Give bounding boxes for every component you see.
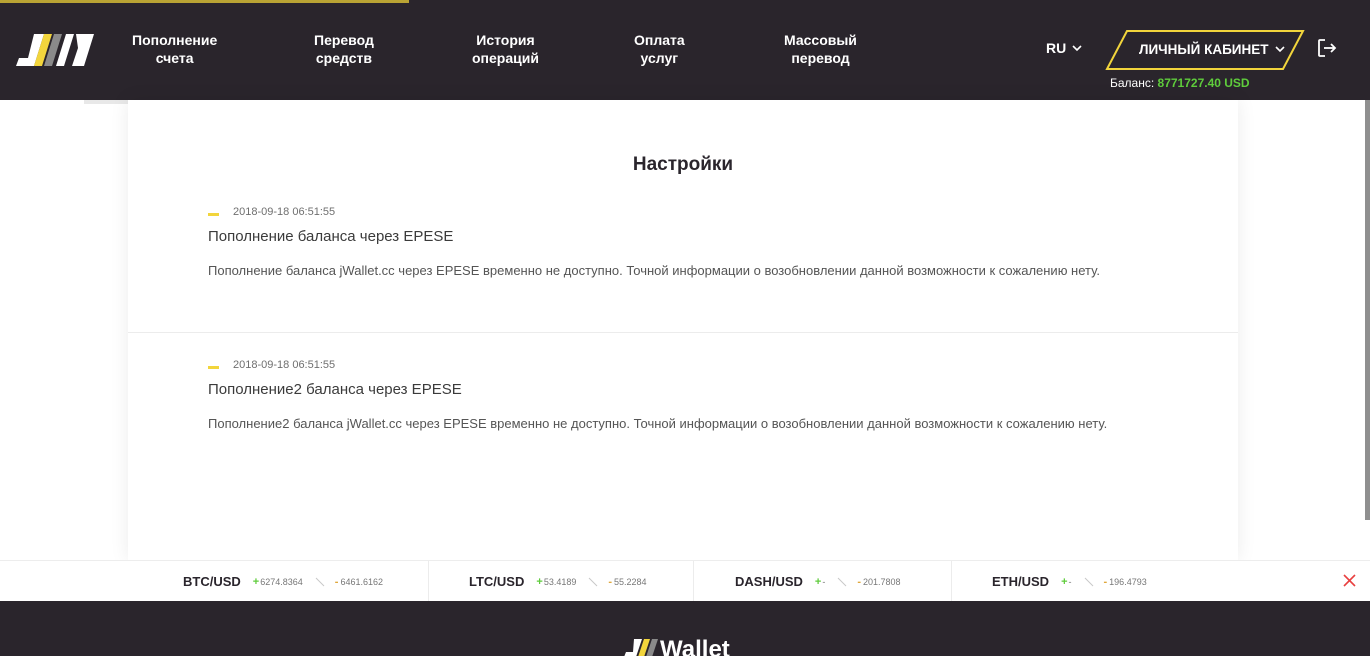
ticker-buy: +6274.8364 xyxy=(252,575,303,588)
jwallet-footer-logo[interactable]: Wallet xyxy=(624,635,764,656)
ticker-sell: -6461.6162 xyxy=(334,575,383,588)
language-label: RU xyxy=(1046,40,1067,56)
ticker-sell: -55.2284 xyxy=(608,575,647,588)
balance-display: Баланс: 8771727.40 USD xyxy=(1110,76,1250,90)
ticker-pair: ETH/USD xyxy=(992,574,1050,589)
jw-logo[interactable] xyxy=(14,28,96,72)
language-selector[interactable]: RU xyxy=(1046,40,1082,56)
ticker-item-btc: BTC/USD +6274.8364 -6461.6162 xyxy=(183,561,383,602)
ticker-pair: DASH/USD xyxy=(735,574,803,589)
page-title: Настройки xyxy=(632,154,734,175)
ticker-buy: +- xyxy=(814,575,826,588)
ticker-item-dash: DASH/USD +- -201.7808 xyxy=(735,561,901,602)
header-progress-line xyxy=(0,0,409,3)
cabinet-label: ЛИЧНЫЙ КАБИНЕТ xyxy=(1139,42,1269,57)
ticker-separator xyxy=(693,561,694,602)
balance-amount: 8771727.40 USD xyxy=(1157,76,1250,90)
ticker-sell: -201.7808 xyxy=(857,575,901,588)
news-marker xyxy=(208,366,219,369)
news-divider xyxy=(128,332,1238,333)
logout-icon[interactable] xyxy=(1316,37,1338,59)
trend-icon xyxy=(837,577,847,586)
nav-transfer[interactable]: Перевод средств xyxy=(314,31,374,67)
chevron-down-icon xyxy=(1275,46,1286,53)
svg-text:Wallet: Wallet xyxy=(660,636,730,656)
top-header: Пополнение счета Перевод средств История… xyxy=(0,0,1370,100)
trend-icon xyxy=(315,577,325,586)
close-icon[interactable] xyxy=(1343,574,1356,587)
nav-deposit[interactable]: Пополнение счета xyxy=(132,31,217,67)
nav-mass-transfer[interactable]: Массовый перевод xyxy=(784,31,857,67)
news-marker xyxy=(208,213,219,216)
settings-card: Настройки 2018-09-18 06:51:55 Пополнение… xyxy=(128,100,1238,560)
ticker-item-eth: ETH/USD +- -196.4793 xyxy=(992,561,1147,602)
personal-cabinet-button[interactable]: ЛИЧНЫЙ КАБИНЕТ xyxy=(1105,30,1305,70)
ticker-buy: +53.4189 xyxy=(536,575,577,588)
page-footer: Wallet xyxy=(0,601,1370,656)
ticker-buy: +- xyxy=(1061,575,1072,588)
nav-payments[interactable]: Оплата услуг xyxy=(634,31,685,67)
news-body: Пополнение2 баланса jWallet.cc через EPE… xyxy=(208,416,1108,431)
ticker-pair: LTC/USD xyxy=(469,574,525,589)
news-title: Пополнение баланса через EPESE xyxy=(208,228,454,245)
ticker-separator xyxy=(951,561,952,602)
balance-label: Баланс: xyxy=(1110,76,1155,90)
trend-icon xyxy=(1084,577,1093,586)
rates-ticker: BTC/USD +6274.8364 -6461.6162 LTC/USD +5… xyxy=(0,560,1370,602)
nav-history[interactable]: История операций xyxy=(472,31,539,67)
trend-icon xyxy=(589,577,598,586)
chevron-down-icon xyxy=(1072,44,1082,51)
page-scrollbar[interactable] xyxy=(1365,100,1370,520)
ticker-sell: -196.4793 xyxy=(1103,575,1147,588)
news-date: 2018-09-18 06:51:55 xyxy=(233,206,336,218)
ticker-pair: BTC/USD xyxy=(183,574,241,589)
news-body: Пополнение баланса jWallet.cc через EPES… xyxy=(208,263,1100,278)
news-date: 2018-09-18 06:51:55 xyxy=(233,359,336,371)
ticker-item-ltc: LTC/USD +53.4189 -55.2284 xyxy=(469,561,647,602)
news-title: Пополнение2 баланса через EPESE xyxy=(208,381,462,398)
ticker-separator xyxy=(428,561,429,602)
